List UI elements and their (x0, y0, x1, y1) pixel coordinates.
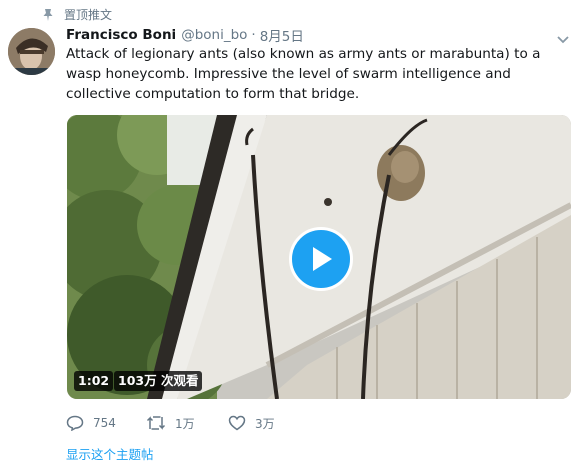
tweet-timestamp[interactable]: 8月5日 (260, 25, 304, 45)
reply-icon (66, 415, 84, 431)
show-thread-link[interactable]: 显示这个主题帖 (66, 444, 154, 463)
separator-dot: · (251, 27, 256, 43)
pinned-indicator: 置顶推文 (41, 6, 112, 22)
play-button[interactable] (289, 227, 353, 291)
play-icon (313, 247, 332, 271)
tweet-header: Francisco Boni @boni_bo · 8月5日 (66, 25, 304, 45)
avatar[interactable] (8, 28, 55, 75)
retweet-icon (146, 416, 166, 430)
retweet-button[interactable]: 1万 (146, 415, 228, 432)
tweet-actions: 754 1万 3万 (66, 413, 308, 433)
video-views-badge: 103万 次观看 (114, 371, 203, 391)
tweet-text: Attack of legionary ants (also known as … (66, 46, 541, 102)
retweet-count: 1万 (175, 416, 195, 431)
like-icon (228, 415, 246, 431)
like-button[interactable]: 3万 (228, 415, 308, 432)
video-duration-badge: 1:02 (74, 371, 114, 391)
video-player[interactable]: 1:02 103万 次观看 (67, 115, 571, 399)
reply-button[interactable]: 754 (66, 415, 146, 431)
pin-icon (41, 7, 55, 21)
caret-down-icon[interactable] (556, 30, 570, 44)
reply-count: 754 (93, 416, 116, 430)
like-count: 3万 (255, 416, 275, 431)
pinned-label: 置顶推文 (64, 7, 113, 22)
display-name[interactable]: Francisco Boni (66, 27, 176, 43)
user-handle[interactable]: @boni_bo (181, 27, 247, 43)
